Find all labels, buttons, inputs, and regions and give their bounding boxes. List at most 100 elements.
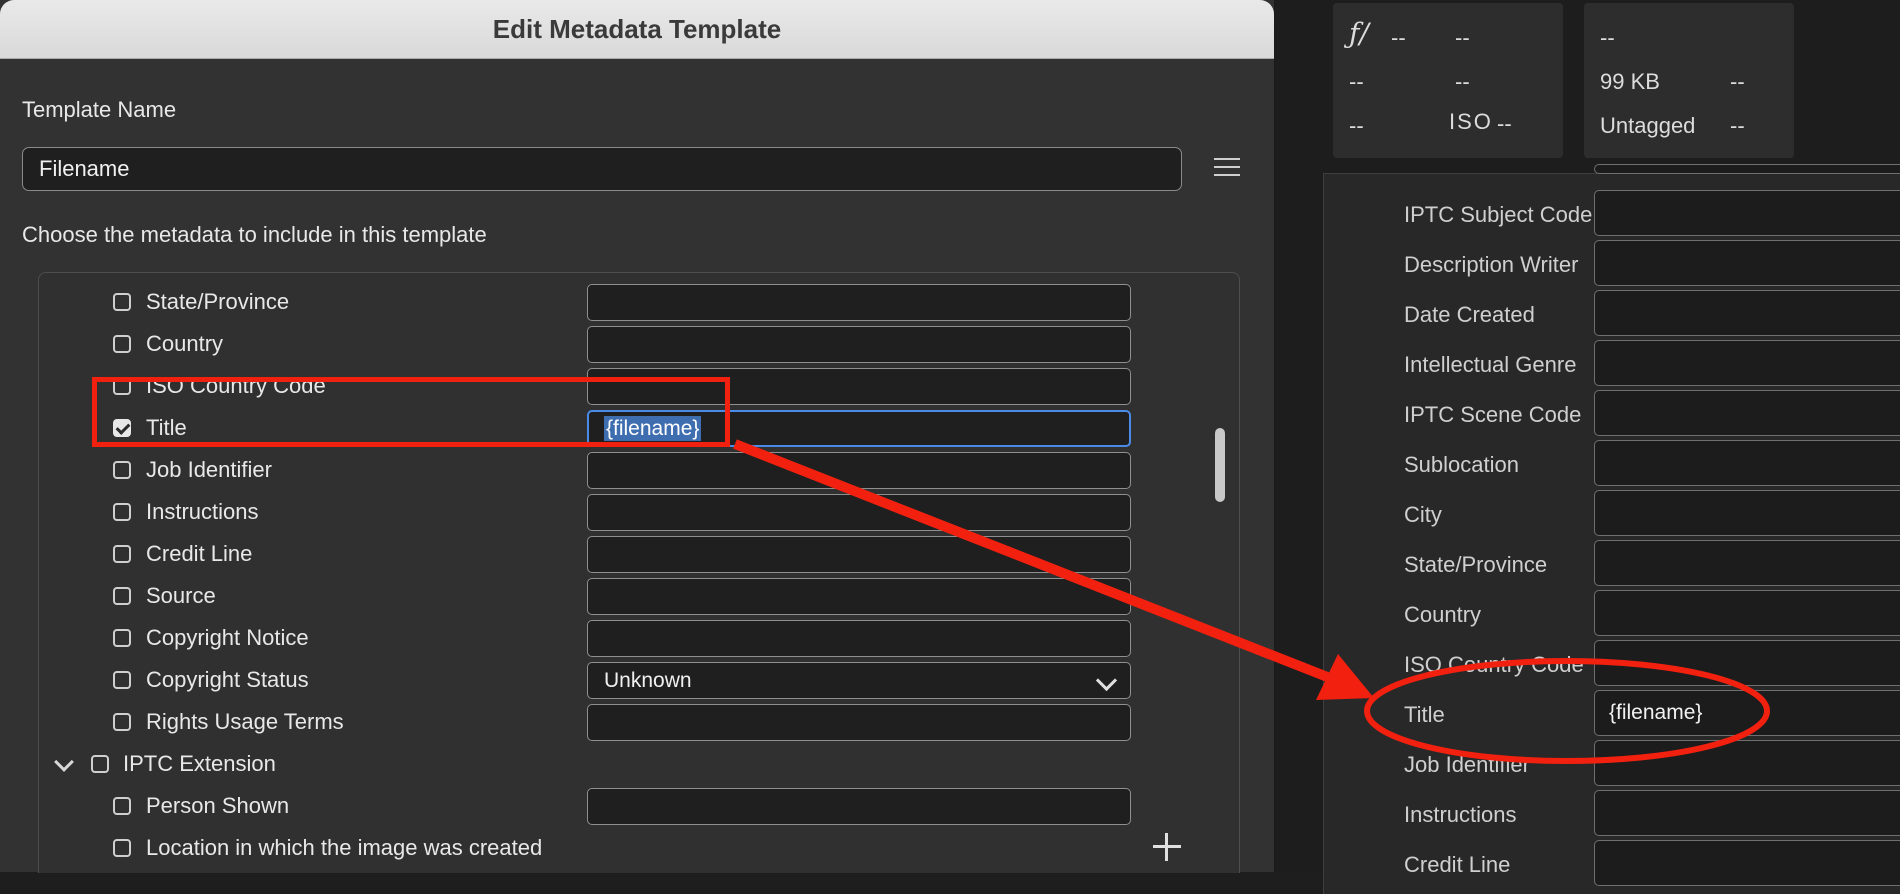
list-item: Copyright Status Unknown — [39, 659, 1229, 701]
group-iptc-extension: IPTC Extension — [39, 743, 1229, 785]
list-item: Job Identifier — [39, 449, 1229, 491]
field-label: Person Shown — [146, 793, 290, 818]
list-item: Source — [39, 575, 1229, 617]
title-value-field[interactable]: {filename} — [1594, 690, 1900, 736]
info-value: -- — [1600, 25, 1615, 50]
file-size: 99 KB — [1600, 69, 1660, 94]
list-item: Rights Usage Terms — [39, 701, 1229, 743]
field-value-input[interactable] — [1594, 190, 1900, 236]
field-label: Rights Usage Terms — [146, 709, 344, 734]
shutter-value: -- — [1455, 25, 1470, 50]
template-name-input[interactable]: Filename — [22, 147, 1182, 191]
field-value-input[interactable] — [1594, 240, 1900, 286]
field-value-input[interactable] — [587, 326, 1131, 363]
list-item: Instructions — [39, 491, 1229, 533]
list-item: Copyright Notice — [39, 617, 1229, 659]
field-label: Country — [1404, 602, 1482, 627]
field-value-input[interactable] — [587, 788, 1131, 825]
field-value-input[interactable] — [1594, 390, 1900, 436]
checkbox[interactable] — [113, 587, 131, 605]
field-label: Intellectual Genre — [1404, 352, 1577, 377]
list-item-title: Title {filename} — [1324, 688, 1900, 738]
field-label: IPTC Subject Code — [1404, 202, 1593, 227]
field-label: Country — [146, 331, 224, 356]
list-item: IPTC Scene Code — [1324, 388, 1900, 438]
list-item: Country — [39, 323, 1229, 365]
field-value-input[interactable] — [587, 494, 1131, 531]
list-item: IPTC Subject Code — [1324, 188, 1900, 238]
hamburger-menu-icon[interactable] — [1214, 158, 1240, 178]
field-label: Sublocation — [1404, 452, 1519, 477]
field-label: Instructions — [146, 499, 259, 524]
list-item: Country — [1324, 588, 1900, 638]
iso-label: ISO — [1449, 109, 1493, 134]
field-label: Instructions — [1404, 802, 1517, 827]
info-value: -- — [1455, 69, 1470, 94]
info-value: -- — [1730, 69, 1745, 94]
metadata-field-list[interactable]: State/Province Country ISO Country Code … — [38, 272, 1240, 873]
field-value-input[interactable] — [1594, 790, 1900, 836]
field-label: Source — [146, 583, 216, 608]
checkbox[interactable] — [113, 461, 131, 479]
metadata-sidebar: ƒ/ -- -- -- -- -- ISO -- -- 99 KB -- Unt… — [1275, 0, 1900, 894]
field-value-input[interactable] — [1594, 840, 1900, 886]
checkbox[interactable] — [113, 293, 131, 311]
field-label: Copyright Status — [146, 667, 309, 692]
field-label: City — [1404, 502, 1442, 527]
copyright-status-select[interactable]: Unknown — [587, 662, 1131, 699]
add-icon[interactable] — [1153, 833, 1181, 861]
list-item: Sublocation — [1324, 438, 1900, 488]
checkbox[interactable] — [113, 671, 131, 689]
field-value-input[interactable] — [587, 284, 1131, 321]
scrollbar-thumb[interactable] — [1215, 428, 1225, 502]
field-value-input[interactable] — [587, 704, 1131, 741]
chevron-down-icon[interactable] — [54, 752, 74, 772]
field-value-input[interactable] — [1594, 740, 1900, 786]
field-value-input[interactable] — [1594, 640, 1900, 686]
field-value-input[interactable] — [587, 452, 1131, 489]
list-item: State/Province — [1324, 538, 1900, 588]
list-item: City — [1324, 488, 1900, 538]
checkbox[interactable] — [113, 839, 131, 857]
list-item: Job Identifier — [1324, 738, 1900, 788]
file-info-box: -- 99 KB -- Untagged -- — [1584, 3, 1794, 158]
field-value-input[interactable] — [587, 578, 1131, 615]
field-value-input[interactable] — [1594, 340, 1900, 386]
list-item: ISO Country Code — [1324, 638, 1900, 688]
field-label: Credit Line — [146, 541, 253, 566]
field-label: Copyright Notice — [146, 625, 309, 650]
field-label: Description Writer — [1404, 252, 1579, 277]
list-item: Intellectual Genre — [1324, 338, 1900, 388]
select-value: Unknown — [604, 669, 692, 692]
field-value-input[interactable] — [1594, 540, 1900, 586]
field-label: Date Created — [1404, 302, 1535, 327]
aperture-value: -- — [1391, 25, 1406, 50]
checkbox[interactable] — [113, 503, 131, 521]
field-label: Job Identifier — [1404, 752, 1530, 777]
checkbox[interactable] — [113, 797, 131, 815]
checkbox[interactable] — [91, 755, 109, 773]
field-value-input[interactable] — [1594, 590, 1900, 636]
info-value: -- — [1349, 69, 1364, 94]
field-value-input[interactable] — [1594, 164, 1900, 174]
list-item: State/Province — [39, 281, 1229, 323]
field-value-input[interactable] — [1594, 490, 1900, 536]
field-label: ISO Country Code — [1404, 652, 1584, 677]
field-label: Job Identifier — [146, 457, 272, 482]
list-item: Instructions — [1324, 788, 1900, 838]
field-value-input[interactable] — [587, 620, 1131, 657]
field-value-input[interactable] — [587, 536, 1131, 573]
group-label: IPTC Extension — [123, 751, 276, 776]
checkbox[interactable] — [113, 335, 131, 353]
field-value-input[interactable] — [1594, 440, 1900, 486]
checkbox[interactable] — [113, 629, 131, 647]
tag-status: Untagged — [1600, 113, 1696, 138]
list-item: Location in which the image was created — [39, 827, 1229, 869]
checkbox[interactable] — [113, 713, 131, 731]
field-label: Credit Line — [1404, 852, 1511, 877]
field-label: State/Province — [1404, 552, 1548, 577]
field-value-input[interactable] — [1594, 290, 1900, 336]
checkbox[interactable] — [113, 545, 131, 563]
field-label: State/Province — [146, 289, 290, 314]
list-item: Date Created — [1324, 288, 1900, 338]
